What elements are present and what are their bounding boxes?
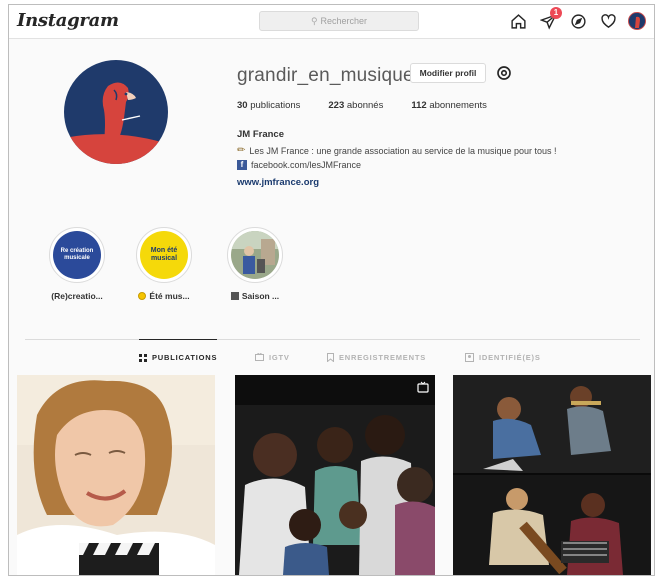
igtv-icon	[255, 353, 264, 361]
tab-label: IDENTIFIÉ(E)S	[479, 352, 541, 362]
facebook-icon: f	[237, 160, 247, 170]
instagram-logo[interactable]: Instagram	[17, 10, 119, 31]
post-thumbnail[interactable]	[453, 375, 651, 575]
heart-icon[interactable]	[598, 11, 618, 31]
followers-stat[interactable]: 223 abonnés	[328, 100, 383, 111]
bookmark-icon	[327, 352, 334, 362]
highlight-cover[interactable]	[227, 227, 283, 283]
nav-icons: 1	[508, 7, 646, 31]
tab-publications[interactable]: PUBLICATIONS	[139, 339, 218, 375]
tab-saved[interactable]: ENREGISTREMENTS	[327, 339, 426, 375]
bio-text: Les JM France : une grande association a…	[249, 145, 557, 156]
app-window: Instagram ⚲ Rechercher 1 grandir_en_musi…	[8, 4, 655, 576]
highlight-cover-text: Mon été musical	[150, 246, 178, 262]
post-thumbnail[interactable]	[17, 375, 215, 575]
posts-stat[interactable]: 30 publications	[237, 100, 300, 111]
profile-stats: 30 publications 223 abonnés 112 abonneme…	[237, 100, 487, 111]
grid-icon	[139, 353, 147, 362]
story-highlight[interactable]: Mon été musical Été mus...	[124, 227, 204, 301]
highlight-cover[interactable]: Mon été musical	[136, 227, 192, 283]
profile-full-name: JM France	[237, 129, 284, 140]
edit-profile-button[interactable]: Modifier profil	[410, 63, 486, 83]
bio-line: f facebook.com/lesJMFrance	[237, 160, 361, 170]
website-link[interactable]: www.jmfrance.org	[237, 177, 319, 188]
igtv-badge-icon	[417, 381, 429, 393]
tab-label: PUBLICATIONS	[152, 353, 218, 362]
profile-picture[interactable]	[64, 60, 168, 164]
following-stat[interactable]: 112 abonnements	[411, 100, 487, 111]
tab-igtv[interactable]: IGTV	[255, 339, 290, 375]
notification-badge: 1	[550, 7, 562, 19]
pencil-icon: ✏	[237, 145, 246, 156]
tag-icon	[465, 352, 474, 362]
explore-icon[interactable]	[568, 11, 588, 31]
sun-icon	[138, 292, 147, 300]
settings-icon[interactable]	[495, 64, 513, 82]
tab-tagged[interactable]: IDENTIFIÉ(E)S	[465, 339, 541, 375]
highlight-cover[interactable]: Re création musicale	[49, 227, 105, 283]
tab-label: ENREGISTREMENTS	[339, 352, 427, 362]
highlight-label: (Re)creatio...	[51, 291, 103, 301]
profile-username: grandir_en_musique	[237, 65, 414, 86]
search-input[interactable]: ⚲ Rechercher	[259, 11, 419, 31]
tab-label: IGTV	[269, 352, 290, 362]
highlight-label: Saison ...	[241, 291, 280, 301]
top-navigation: Instagram ⚲ Rechercher 1	[9, 5, 654, 39]
highlight-cover-text: Re création musicale	[60, 247, 94, 261]
search-placeholder: Rechercher	[320, 16, 368, 26]
bio-line: ✏ Les JM France : une grande association…	[237, 145, 557, 156]
direct-icon[interactable]: 1	[538, 7, 562, 31]
building-icon	[230, 292, 239, 300]
facebook-link[interactable]: facebook.com/lesJMFrance	[251, 160, 361, 170]
highlight-label: Été mus...	[149, 291, 190, 301]
home-icon[interactable]	[508, 11, 528, 31]
post-thumbnail[interactable]	[235, 375, 435, 575]
story-highlight[interactable]: Re création musicale (Re)creatio...	[37, 227, 117, 301]
story-highlight[interactable]: Saison ...	[215, 227, 295, 301]
highlight-photo	[231, 231, 279, 279]
profile-avatar-icon[interactable]	[628, 12, 646, 30]
search-icon: ⚲	[310, 15, 318, 26]
